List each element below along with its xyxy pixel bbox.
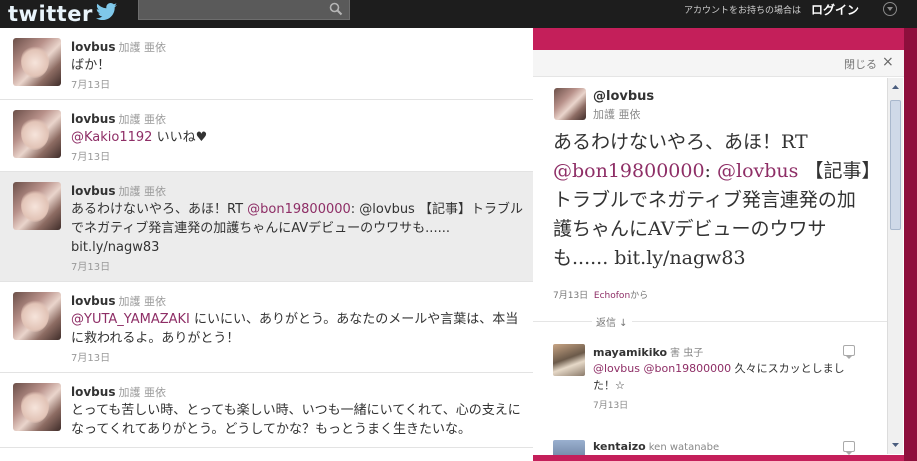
mention-link[interactable]: @bon19800000 bbox=[643, 362, 731, 375]
tweet-username[interactable]: lovbus bbox=[71, 184, 115, 198]
tweet-item[interactable]: lovbus 加護 亜依 @Kakio1192 いいね♥ 7月13日 bbox=[0, 100, 533, 172]
reply-username-text[interactable]: kentaizo bbox=[593, 440, 646, 453]
tweet-text-body: あるわけないやろ、あほ！RT bbox=[71, 202, 248, 217]
reply-icon[interactable] bbox=[843, 345, 855, 359]
detail-fullname: 加護 亜依 bbox=[593, 108, 641, 121]
bird-icon bbox=[96, 3, 117, 20]
tweet-username[interactable]: lovbus bbox=[71, 112, 115, 126]
chevron-down-icon[interactable] bbox=[883, 2, 897, 16]
avatar[interactable] bbox=[13, 292, 61, 340]
reply-item[interactable]: mayamikiko 害 虫子 @lovbus @bon19800000 久々にス… bbox=[553, 344, 883, 414]
close-icon[interactable]: × bbox=[882, 54, 894, 70]
detail-meta: 7月13日 Echofonから bbox=[553, 288, 648, 301]
mention-link[interactable]: @bon19800000 bbox=[247, 202, 351, 217]
avatar[interactable] bbox=[13, 38, 61, 86]
scrollbar-thumb[interactable] bbox=[890, 100, 901, 230]
tweet-username[interactable]: lovbus bbox=[71, 40, 115, 54]
tweet-text: とっても苦しい時、とっても楽しい時、いつも一緒にいてくれて、心の支えになってくれ… bbox=[71, 403, 521, 437]
background-strip bbox=[904, 28, 917, 461]
tweet-time[interactable]: 7月13日 bbox=[71, 76, 525, 91]
tweet-time[interactable]: 7月13日 bbox=[71, 148, 525, 163]
tweet-username[interactable]: lovbus bbox=[71, 385, 115, 399]
top-bar: twitter アカウントをお持ちの場合は ログイン bbox=[0, 0, 917, 28]
tweet-text: ばか！ bbox=[71, 56, 525, 75]
tweet-fullname: 加護 亜依 bbox=[118, 185, 166, 198]
timeline: lovbus 加護 亜依 ばか！ 7月13日 lovbus 加護 亜依 @Kakio… bbox=[0, 28, 533, 461]
reply-icon[interactable] bbox=[843, 441, 855, 455]
tweet-username[interactable]: lovbus bbox=[71, 294, 115, 308]
detail-tweet-text: あるわけないやろ、あほ！RT @bon19800000: @lovbus 【記事… bbox=[553, 128, 871, 273]
tweet-item[interactable]: lovbus 加護 亜依 ばか！ 7月13日 bbox=[0, 28, 533, 100]
close-button[interactable]: 閉じる bbox=[844, 56, 877, 72]
reply-time[interactable]: 7月13日 bbox=[593, 398, 628, 411]
mention-link[interactable]: @bon19800000 bbox=[553, 160, 705, 182]
scroll-down-icon[interactable] bbox=[890, 439, 901, 451]
tweet-text: あるわけないやろ、あほ！RT @bon19800000: @lovbus 【記事… bbox=[71, 200, 525, 257]
account-prompt: アカウントをお持ちの場合は bbox=[684, 6, 802, 16]
tweet-fullname: 加護 亜依 bbox=[118, 113, 166, 126]
reply-text: @lovbus @bon19800000 久々にスカッとしました！☆ bbox=[593, 360, 863, 394]
tweet-text: @Kakio1192 いいね♥ bbox=[71, 128, 525, 147]
tweet-item[interactable]: lovbus 加護 亜依 とっても苦しい時、とっても楽しい時、いつも一緒にいてくれ… bbox=[0, 373, 533, 448]
tweet-fullname: 加護 亜依 bbox=[118, 295, 166, 308]
avatar[interactable] bbox=[553, 344, 585, 376]
tweet-time[interactable]: 7月13日 bbox=[71, 258, 525, 273]
avatar[interactable] bbox=[13, 182, 61, 230]
avatar[interactable] bbox=[13, 383, 61, 431]
tweet-time[interactable]: 7月13日 bbox=[71, 349, 525, 364]
reply-item[interactable]: kentaizo ken watanabe bbox=[553, 440, 883, 455]
scroll-up-icon[interactable] bbox=[890, 81, 901, 93]
reply-username[interactable]: mayamikiko 害 虫子 bbox=[593, 344, 703, 359]
tweet-text-body: ばか！ bbox=[71, 58, 111, 73]
source-link[interactable]: Echofon bbox=[594, 291, 630, 301]
mention-link[interactable]: @Kakio1192 bbox=[71, 130, 152, 145]
background-strip bbox=[533, 455, 904, 461]
tweet-fullname: 加護 亜依 bbox=[118, 386, 166, 399]
source-suffix: から bbox=[630, 291, 649, 301]
twitter-logo[interactable]: twitter bbox=[8, 0, 93, 28]
mention-link[interactable]: @lovbus bbox=[593, 362, 640, 375]
pane-header: 閉じる × bbox=[533, 50, 904, 77]
detail-handle[interactable]: @lovbus bbox=[593, 89, 654, 104]
avatar[interactable] bbox=[13, 110, 61, 158]
tweet-item[interactable]: lovbus 加護 亜依 @YUTA_YAMAZAKI にいにい、ありがとう。あな… bbox=[0, 282, 533, 373]
reply-fullname: 害 虫子 bbox=[670, 348, 704, 359]
reply-username-text[interactable]: mayamikiko bbox=[593, 346, 667, 359]
detail-text-sep: : bbox=[704, 160, 717, 182]
mention-link[interactable]: @lovbus bbox=[717, 160, 798, 182]
reply-username[interactable]: kentaizo ken watanabe bbox=[593, 440, 719, 453]
avatar[interactable] bbox=[553, 440, 585, 455]
mention-link[interactable]: @YUTA_YAMAZAKI bbox=[71, 312, 190, 327]
tweet-text-body: いいね♥ bbox=[152, 130, 208, 145]
tweet-fullname: 加護 亜依 bbox=[118, 41, 166, 54]
detail-date[interactable]: 7月13日 bbox=[553, 291, 588, 301]
tweet-item-selected[interactable]: lovbus 加護 亜依 あるわけないやろ、あほ！RT @bon19800000:… bbox=[0, 172, 533, 282]
scrollbar[interactable] bbox=[887, 78, 903, 454]
reply-fullname: ken watanabe bbox=[648, 442, 720, 453]
avatar[interactable] bbox=[554, 88, 586, 120]
tweet-text: @YUTA_YAMAZAKI にいにい、ありがとう。あなたのメールや言葉は、本当… bbox=[71, 310, 525, 348]
replies-divider bbox=[533, 321, 887, 322]
detail-text-body: あるわけないやろ、あほ！RT bbox=[553, 131, 808, 153]
search-input[interactable] bbox=[138, 0, 350, 20]
replies-label: 返信 ↓ bbox=[592, 314, 632, 329]
login-button[interactable]: ログイン bbox=[811, 1, 859, 18]
search-icon[interactable] bbox=[329, 2, 343, 16]
